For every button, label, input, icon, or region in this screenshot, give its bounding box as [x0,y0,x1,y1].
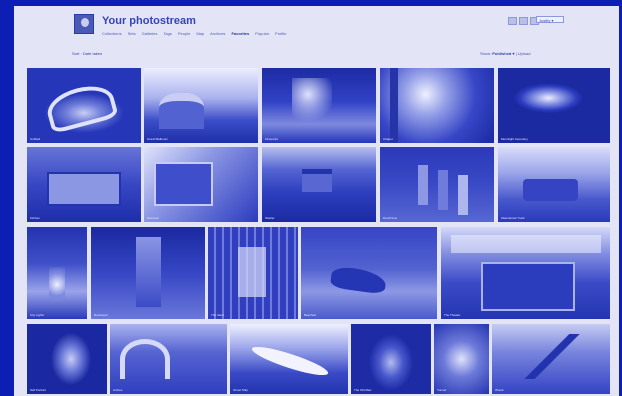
nav-tags[interactable]: Tags [163,31,171,36]
nav-archives[interactable]: Archives [210,31,225,36]
photo-caption: Moonlight Cemetery [501,137,528,141]
photo-caption: Kitchen [30,216,41,220]
nav-popular[interactable]: Popular [255,31,269,36]
nav-profile[interactable]: Profile [275,31,286,36]
photo-tile[interactable]: Self Portrait [27,324,107,394]
page-title: Your photostream [102,15,196,27]
photo-caption: Arches [113,388,123,392]
nav-people[interactable]: People [178,31,190,36]
show-label: Show: [480,51,492,56]
photo-tile[interactable]: Kitchen [27,147,141,222]
photo-tile[interactable]: Ghost Ship [230,324,348,394]
photo-caption: Shelter [265,216,275,220]
photo-caption: Sunroom [147,216,160,220]
photo-tile[interactable]: Grand Ballroom [144,68,258,143]
photo-caption: Tunnel [437,388,447,392]
photo-caption: Abandoned Truck [501,216,525,220]
nav-sets[interactable]: Sets [128,31,136,36]
sort-control[interactable]: Sort · Date taken [72,51,102,56]
nav-galleries[interactable]: Galleries [142,31,158,36]
show-filter: Show: Published ▾ | Upload [480,51,530,56]
photo-tile[interactable]: Beached [301,227,437,319]
photo-grid: Untitled Grand Ballroom Fireworks Chapel… [27,68,610,394]
photo-tile[interactable]: Downtown [91,227,205,319]
upload-link[interactable]: | Upload [516,51,531,56]
photo-tile[interactable]: Tunnel [434,324,489,394]
photo-caption: City Lights [30,313,45,317]
photo-caption: Downtown [94,313,109,317]
grid-small-icon[interactable] [508,17,517,25]
photostream-nav: Collections Sets Galleries Tags People M… [102,31,286,36]
view-toggle-group [508,17,539,25]
photo-tile[interactable]: Untitled [27,68,141,143]
photo-tile[interactable]: Wreck [492,324,610,394]
photo-caption: Grand Ballroom [147,137,169,141]
photo-tile[interactable]: The Vault [208,227,298,319]
photo-caption: The Vault [211,313,224,317]
photo-tile[interactable]: Moonlight Cemetery [498,68,610,143]
photo-caption: Beached [304,313,316,317]
photo-tile[interactable]: The Old Man [351,324,431,394]
grid-medium-icon[interactable] [519,17,528,25]
photo-tile[interactable]: City Lights [27,227,87,319]
photo-caption: The Old Man [354,388,372,392]
photostream-page: Your photostream Collections Sets Galler… [14,6,619,396]
photo-tile[interactable]: Abandoned Truck [498,147,610,222]
photo-caption: Self Portrait [30,388,46,392]
photo-tile[interactable]: Shelter [262,147,376,222]
photo-tile[interactable]: Fireworks [262,68,376,143]
photo-tile[interactable]: Chapel [380,68,494,143]
photo-tile[interactable]: Doorframe [380,147,494,222]
show-select[interactable]: Published ▾ [492,51,514,56]
photo-caption: Fireworks [265,137,279,141]
photo-caption: Ghost Ship [233,388,248,392]
avatar[interactable] [74,14,94,34]
photo-caption: Wreck [495,388,504,392]
nav-map[interactable]: Map [196,31,204,36]
nav-collections[interactable]: Collections [102,31,122,36]
photo-caption: Chapel [383,137,393,141]
photo-caption: Doorframe [383,216,398,220]
photo-tile[interactable]: The Theatre [441,227,610,319]
photo-caption: Untitled [30,137,41,141]
photo-caption: The Theatre [444,313,461,317]
photo-tile[interactable]: Sunroom [144,147,258,222]
view-select[interactable]: Justify ▾ [536,16,564,23]
nav-favorites[interactable]: Favorites [231,31,249,36]
photo-tile[interactable]: Arches [110,324,227,394]
